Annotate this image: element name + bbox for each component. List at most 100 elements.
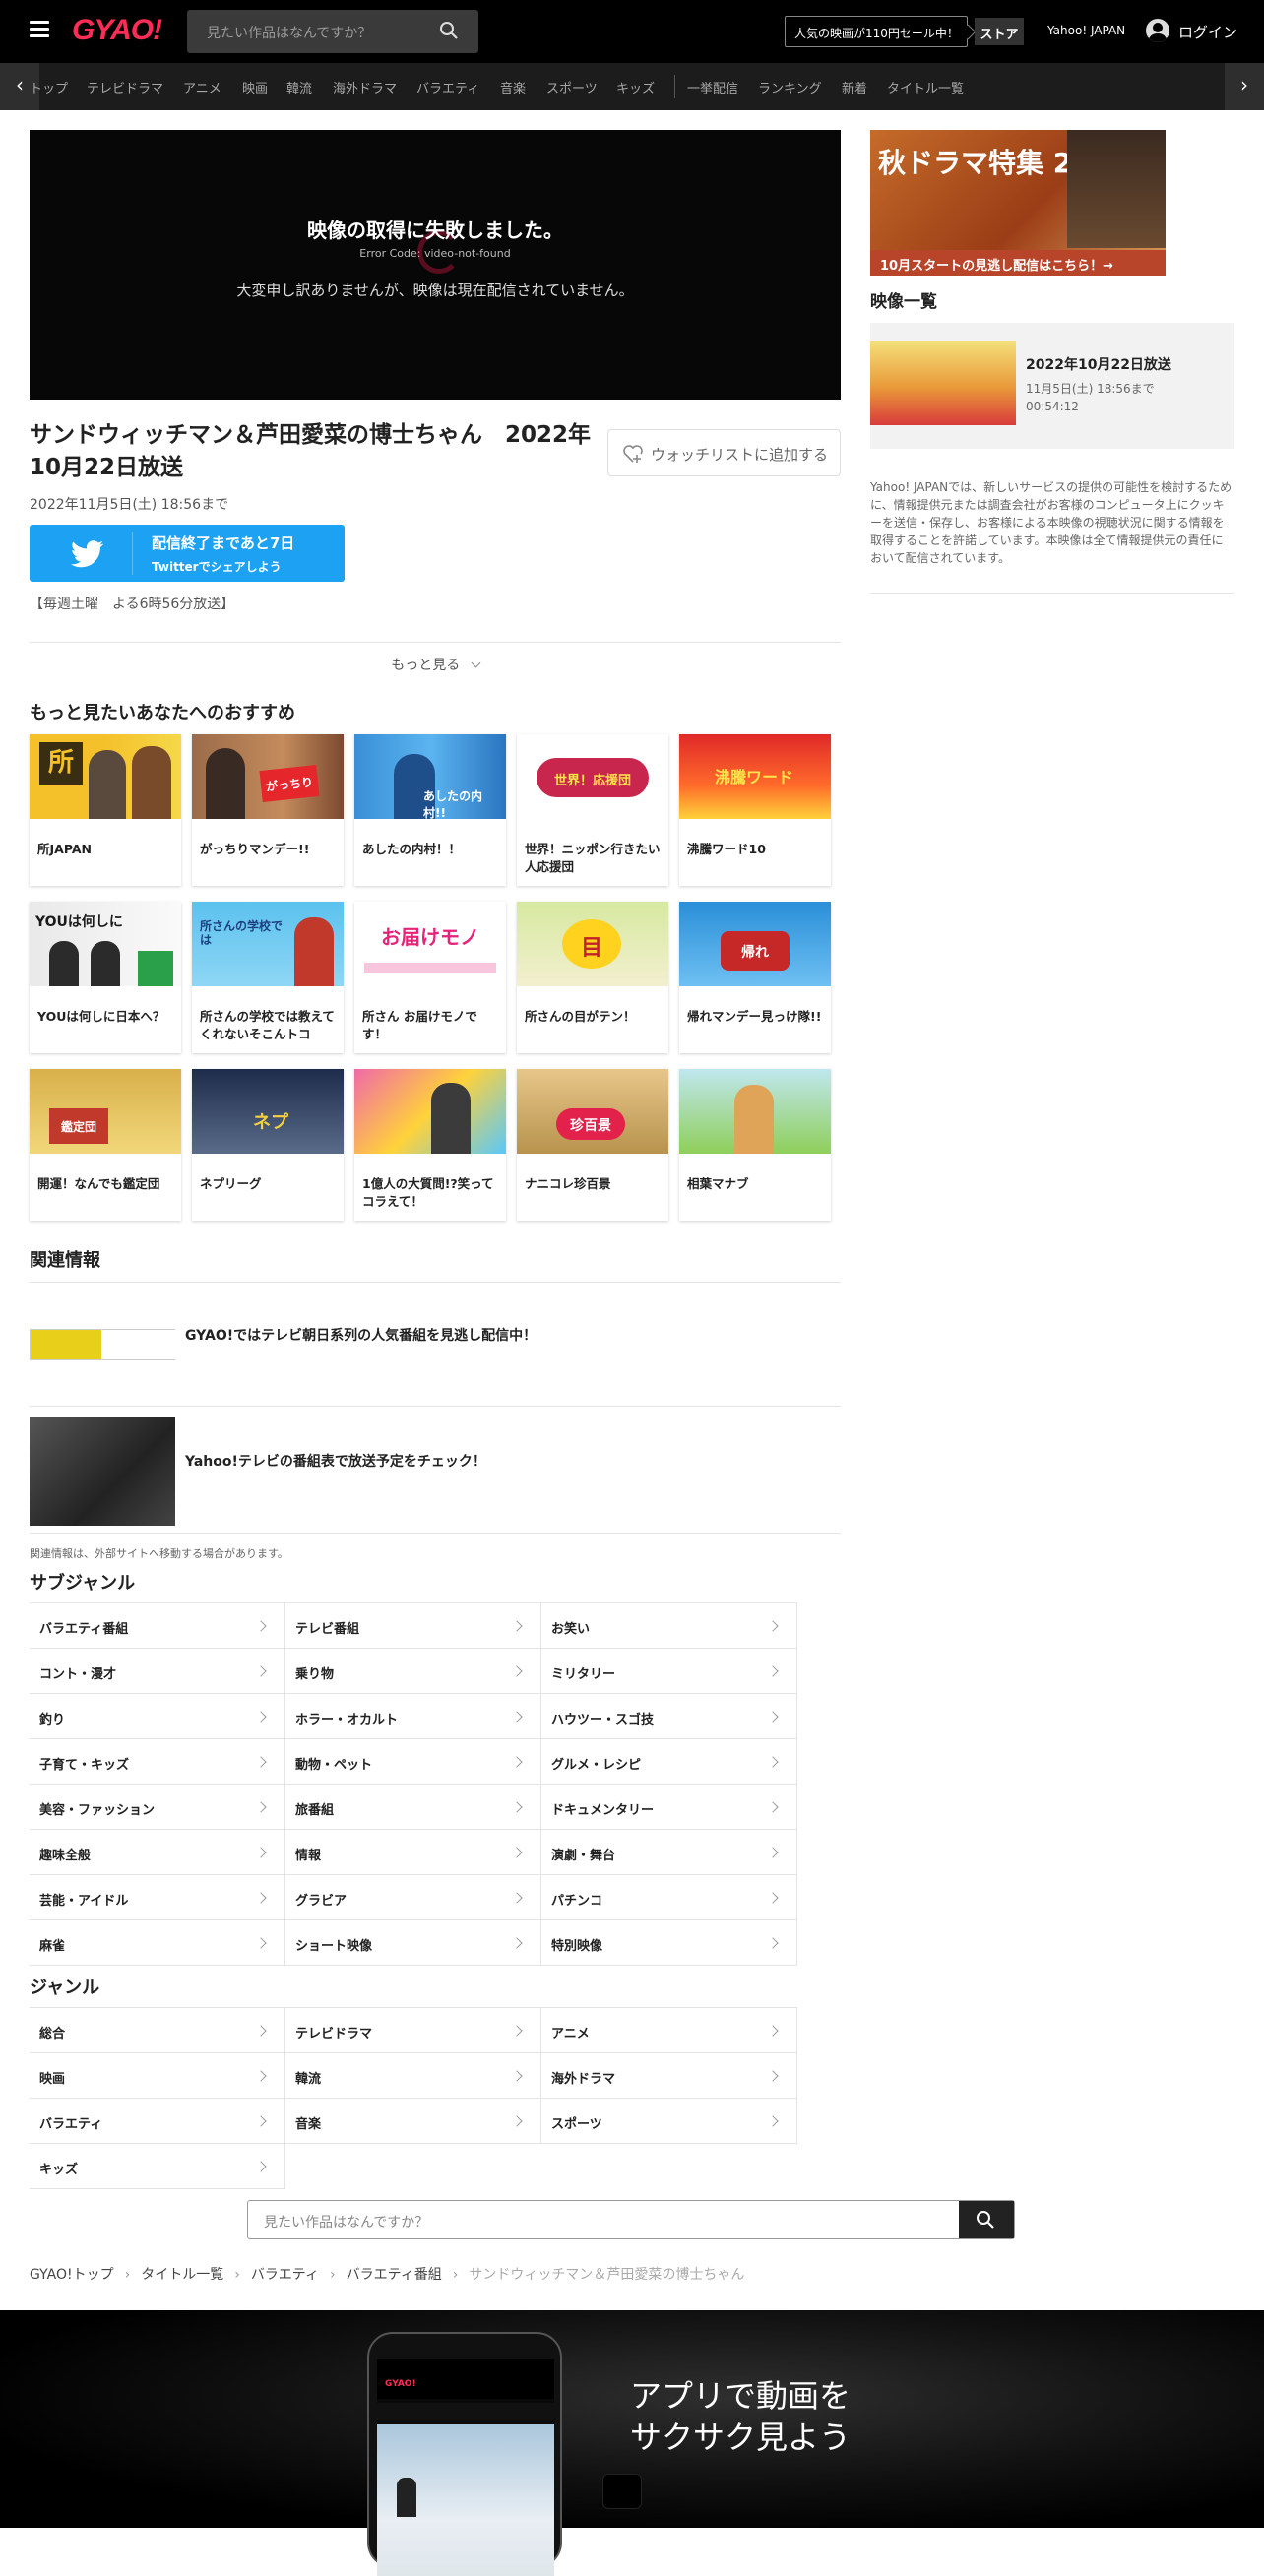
recommend-card[interactable]: 相葉マナブ [679,1069,831,1221]
subgenre-item[interactable]: 動物・ペット [285,1739,541,1785]
broadcast-schedule: 【毎週土曜 よる6時56分放送】 [30,597,235,612]
autumn-drama-banner[interactable]: 秋ドラマ特集 2022 10月スタートの見逃し配信はこちら！→ [870,130,1166,276]
yahoo-tv-image[interactable] [30,1417,175,1526]
subgenre-item[interactable]: 特別映像 [541,1920,797,1966]
subgenre-item[interactable]: 趣味全般 [30,1830,285,1875]
recommend-card[interactable]: 鑑定団 開運！なんでも鑑定団 [30,1069,181,1221]
genre-item[interactable]: キッズ [30,2144,285,2189]
breadcrumb-item[interactable]: バラエティ番組 [347,2267,442,2283]
recommend-card[interactable]: 世界！応援団 世界！ニッポン行きたい人応援団 [517,734,668,886]
app-tagline-2: サクサク見よう [630,2419,852,2456]
subgenre-item[interactable]: グラビア [285,1875,541,1920]
subgenre-item[interactable]: ドキュメンタリー [541,1785,797,1830]
recommend-card[interactable]: お届けモノ 所さん お届けモノです！ [354,902,506,1053]
nav-item-sports[interactable]: スポーツ [546,78,598,96]
recommend-card[interactable]: あしたの内村!! あしたの内村！！ [354,734,506,886]
login-link[interactable]: ログイン [1178,22,1237,42]
genre-item[interactable]: 映画 [30,2053,285,2099]
recommend-card[interactable]: 沸騰ワード 沸騰ワード10 [679,734,831,886]
video-player[interactable]: 映像の取得に失敗しました。 Error Code: video-not-foun… [30,130,841,400]
recommend-card[interactable]: 目所さんの目がテン！ [517,902,668,1053]
nav-item-kids[interactable]: キッズ [616,78,655,96]
nav-item-movie[interactable]: 映画 [242,78,268,96]
genre-item[interactable]: アニメ [541,2008,797,2053]
twitter-share-label: Twitterでシェアしよう [152,560,282,574]
related-link-tvasahi[interactable]: GYAO!ではテレビ朝日系列の人気番組を見逃し配信中！ [185,1325,537,1345]
subgenre-item[interactable]: 情報 [285,1830,541,1875]
subgenre-item[interactable]: 演劇・舞台 [541,1830,797,1875]
nav-item-title-list[interactable]: タイトル一覧 [887,78,964,96]
episode-item[interactable]: 2022年10月22日放送 11月5日(土) 18:56まで 00:54:12 [870,323,1234,449]
recommend-card[interactable]: YOUは何しに YOUは何しに日本へ？ [30,902,181,1053]
app-promo[interactable]: GYAO! アプリで動画を サクサク見よう [0,2310,1264,2576]
subgenre-item[interactable]: お笑い [541,1603,797,1649]
tvasahi-banner-image[interactable] [30,1329,175,1360]
subgenre-item[interactable]: 旅番組 [285,1785,541,1830]
subgenre-item[interactable]: テレビ番組 [285,1603,541,1649]
genre-item[interactable]: 総合 [30,2008,285,2053]
subgenre-item[interactable]: 釣り [30,1694,285,1739]
promo-link[interactable]: 人気の映画が110円セール中！ [785,16,968,47]
search-input[interactable]: 見たい作品はなんですか？ [187,10,478,53]
recommend-card[interactable]: がっちり がっちりマンデー!! [192,734,344,886]
search-icon[interactable] [439,21,459,40]
thumbnail [679,1069,831,1154]
nav-item-variety[interactable]: バラエティ [416,78,479,96]
subgenre-item[interactable]: ミリタリー [541,1649,797,1694]
breadcrumb-current: サンドウィッチマン＆芦田愛菜の博士ちゃん [469,2267,745,2283]
yahoo-japan-link[interactable]: Yahoo! JAPAN [1047,24,1125,37]
related-link-yahoo-tv[interactable]: Yahoo!テレビの番組表で放送予定をチェック！ [185,1451,486,1471]
subgenre-item[interactable]: ホラー・オカルト [285,1694,541,1739]
subgenre-item[interactable]: パチンコ [541,1875,797,1920]
genre-item[interactable]: 音楽 [285,2099,541,2144]
subgenre-item[interactable]: ハウツー・スゴ技 [541,1694,797,1739]
subgenre-item[interactable]: ショート映像 [285,1920,541,1966]
recommend-card[interactable]: 珍百景 ナニコレ珍百景 [517,1069,668,1221]
search-button[interactable] [959,2201,1014,2238]
watchlist-button[interactable]: ウォッチリストに追加する [607,429,841,476]
nav-item-ikkyo[interactable]: 一挙配信 [687,78,738,96]
genre-heading: ジャンル [30,1978,100,1998]
recommend-card[interactable]: 所さんの学校では 所さんの学校では教えてくれないそこんトコ [192,902,344,1053]
subgenre-item[interactable]: 芸能・アイドル [30,1875,285,1920]
subgenre-item[interactable]: 麻雀 [30,1920,285,1966]
recommend-card[interactable]: 1億人の大質問!?笑ってコラえて！ [354,1069,506,1221]
breadcrumb-item[interactable]: タイトル一覧 [141,2267,223,2283]
recommend-card[interactable]: 帰れ 帰れマンデー見っけ隊!! [679,902,831,1053]
nav-item-music[interactable]: 音楽 [500,78,526,96]
recommend-card[interactable]: ネプ ネプリーグ [192,1069,344,1221]
twitter-share-button[interactable]: 配信終了まであと7日 Twitterでシェアしよう [30,525,345,582]
store-button[interactable]: ストア [975,18,1024,45]
subgenre-item[interactable]: 子育て・キッズ [30,1739,285,1785]
logo[interactable]: GYAO! [72,14,162,47]
error-code: Error Code: video-not-found [359,247,511,260]
breadcrumb-item[interactable]: バラエティ [251,2267,319,2283]
nav-item-kanryu[interactable]: 韓流 [286,78,312,96]
available-until: 2022年11月5日(土) 18:56まで [30,497,229,513]
more-button[interactable]: もっと見る [30,655,841,674]
genre-item[interactable]: 韓流 [285,2053,541,2099]
subgenre-item[interactable]: 美容・ファッション [30,1785,285,1830]
breadcrumb-item[interactable]: GYAO!トップ [30,2267,114,2283]
genre-item[interactable]: 海外ドラマ [541,2053,797,2099]
chevron-right-icon[interactable]: › [1225,63,1264,110]
chevron-right-icon: › [234,2267,240,2283]
subgenre-item[interactable]: コント・漫才 [30,1649,285,1694]
genre-item[interactable]: スポーツ [541,2099,797,2144]
subgenre-item[interactable]: バラエティ番組 [30,1603,285,1649]
nav-item-ranking[interactable]: ランキング [758,78,822,96]
nav-item-top[interactable]: トップ [30,78,69,96]
nav-item-new[interactable]: 新着 [842,78,867,96]
bottom-search-input[interactable]: 見たい作品はなんですか？ [247,2200,1015,2239]
recommend-card[interactable]: 所所JAPAN [30,734,181,886]
user-icon[interactable] [1146,19,1169,42]
subgenre-item[interactable]: 乗り物 [285,1649,541,1694]
genre-item[interactable]: バラエティ [30,2099,285,2144]
menu-icon[interactable] [30,21,49,37]
subgenre-item[interactable]: グルメ・レシピ [541,1739,797,1785]
genre-item[interactable]: テレビドラマ [285,2008,541,2053]
nav-item-anime[interactable]: アニメ [183,78,221,96]
app-store-icon[interactable] [602,2474,642,2509]
nav-item-overseas-drama[interactable]: 海外ドラマ [333,78,397,96]
nav-item-drama[interactable]: テレビドラマ [87,78,163,96]
